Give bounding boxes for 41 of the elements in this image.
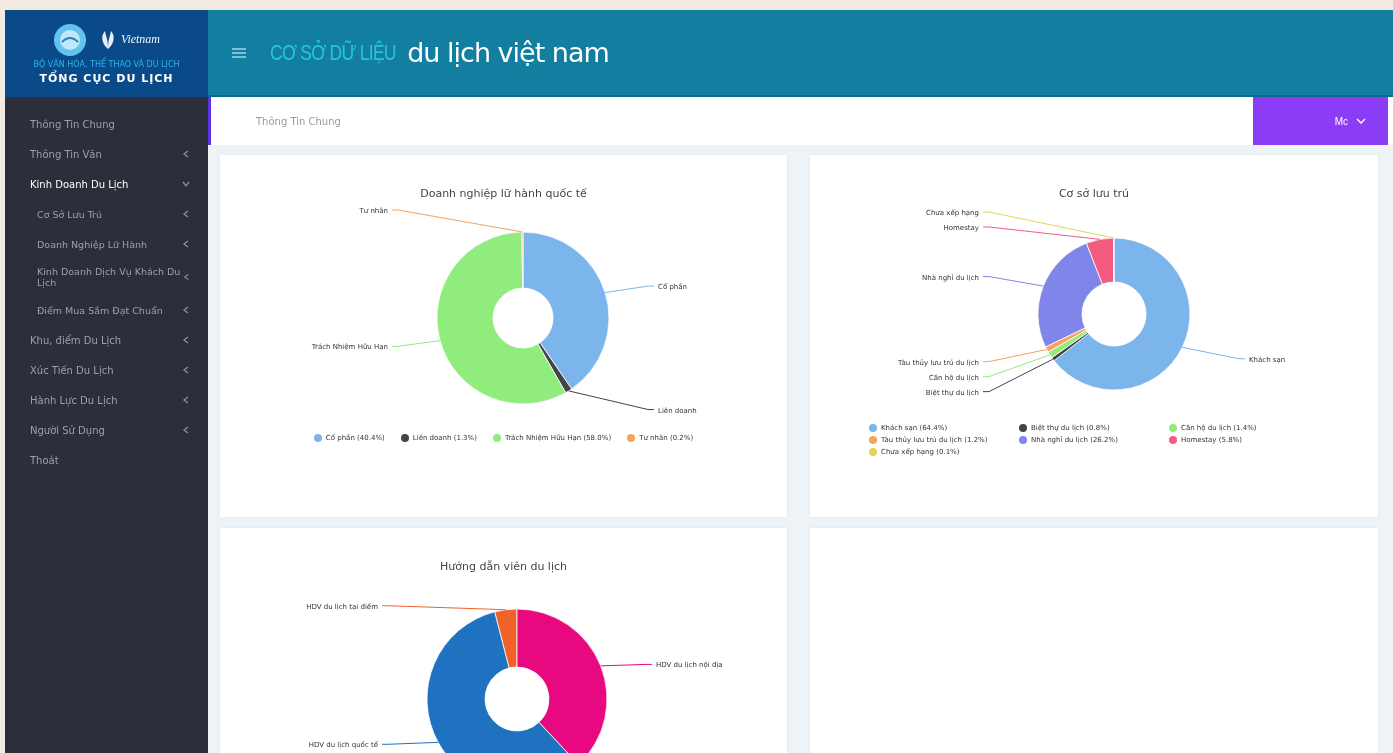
chevron-left-icon — [182, 396, 190, 404]
chevron-left-icon — [182, 306, 190, 314]
leader-line — [604, 285, 655, 294]
sidebar-item[interactable]: Thông Tin Văn — [5, 139, 208, 169]
emblem-icon — [52, 22, 87, 57]
chevron-left-icon — [182, 273, 190, 281]
site-title: du lịch việt nam — [407, 37, 609, 68]
sidebar-item[interactable]: Kinh Doanh Du Lịch — [5, 169, 208, 199]
chart-title: Doanh nghiệp lữ hành quốc tế — [420, 187, 587, 200]
chevron-down-icon — [1356, 118, 1366, 124]
chevron-left-icon — [182, 336, 190, 344]
site-title-prefix: CƠ SỞ DỮ LIỆU — [270, 39, 396, 66]
sidebar-item[interactable]: Điểm Mua Sắm Đạt Chuẩn — [5, 295, 208, 325]
sidebar-item[interactable]: Thông Tin Chung — [5, 109, 208, 139]
brand-name: Vietnam — [120, 32, 161, 47]
chart-title: Hướng dẫn viên du lịch — [440, 560, 567, 573]
chevron-left-icon — [182, 426, 190, 434]
sidebar-item[interactable]: Doanh Nghiệp Lữ Hành — [5, 229, 208, 259]
sidebar-item[interactable]: Khu, điểm Du Lịch — [5, 325, 208, 355]
sidebar-item[interactable]: Xúc Tiến Du Lịch — [5, 355, 208, 385]
chevron-left-icon — [182, 366, 190, 374]
sidebar-item[interactable]: Cơ Sở Lưu Trú — [5, 199, 208, 229]
user-menu-button[interactable]: Mc — [1253, 97, 1388, 145]
chevron-left-icon — [182, 240, 190, 248]
sidebar-item[interactable]: Thoát — [5, 445, 208, 475]
leader-line — [1181, 346, 1245, 360]
sidebar-item[interactable]: Hành Lực Du Lịch — [5, 385, 208, 415]
chevron-down-icon — [182, 180, 190, 188]
agency-name: TỔNG CỤC DU LỊCH — [39, 71, 174, 85]
sidebar-item[interactable]: Người Sử Dụng — [5, 415, 208, 445]
chevron-left-icon — [182, 210, 190, 218]
leader-line — [982, 276, 1044, 287]
leader-line — [381, 741, 439, 745]
ministry-name: BỘ VĂN HÓA, THỂ THAO VÀ DU LỊCH — [33, 59, 180, 69]
leader-line — [391, 340, 441, 347]
chart-title: Cơ sở lưu trú — [1058, 187, 1130, 200]
chevron-left-icon — [182, 150, 190, 158]
sidebar-item[interactable]: Kinh Doanh Dịch Vụ Khách Du Lịch — [5, 259, 208, 295]
leader-line — [600, 663, 653, 667]
breadcrumb: Thông Tin Chung — [256, 115, 341, 127]
menu-icon — [232, 47, 246, 58]
